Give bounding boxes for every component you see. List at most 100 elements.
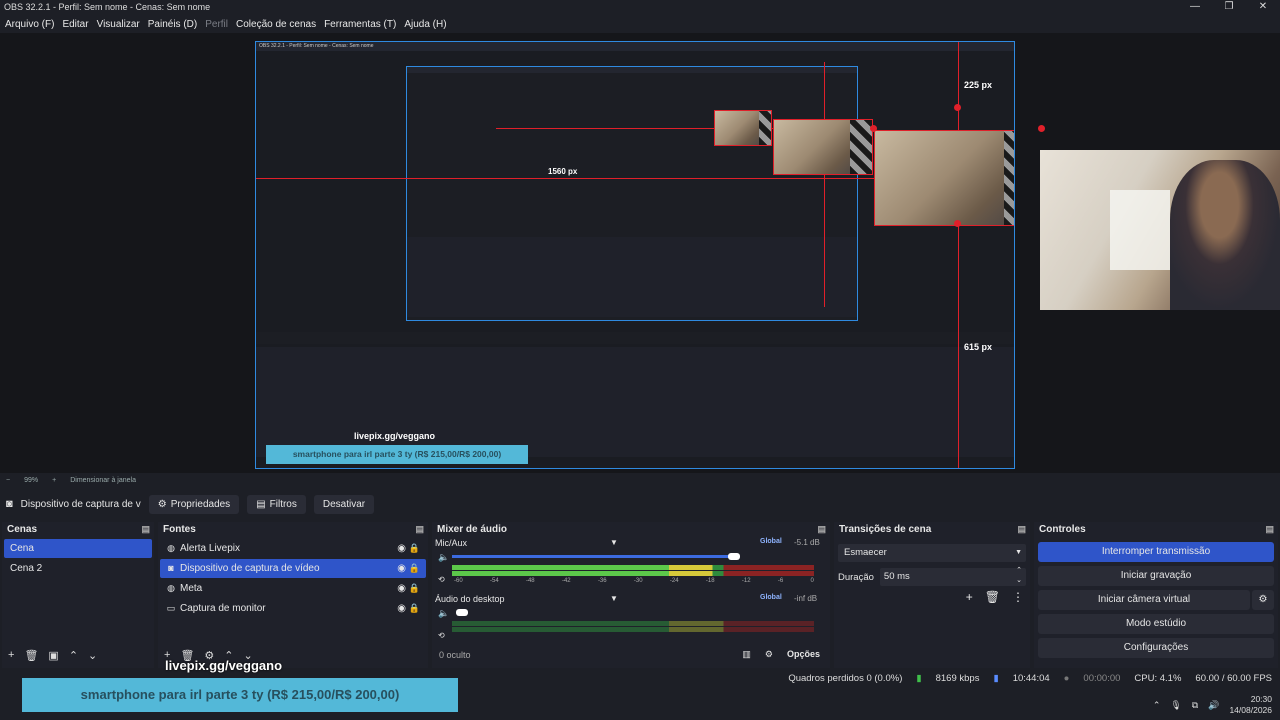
source-item[interactable]: ◙ Dispositivo de captura de vídeo ◉ 🔒 <box>160 559 426 578</box>
eye-icon[interactable]: ◉ <box>397 559 406 578</box>
source-label: Meta <box>180 583 203 594</box>
start-virtual-camera-button[interactable]: Iniciar câmera virtual <box>1038 590 1250 610</box>
resize-handle-left[interactable] <box>870 125 877 132</box>
mute-icon[interactable]: ⟲ <box>438 575 445 584</box>
menu-colecao-cenas[interactable]: Coleção de cenas <box>236 19 316 30</box>
source-item[interactable]: ◍ Meta ◉ 🔒 <box>160 579 426 598</box>
maximize-icon[interactable]: ❐ <box>1212 0 1246 15</box>
source-item[interactable]: ◍ Alerta Livepix ◉ 🔒 <box>160 539 426 558</box>
global-badge: Global <box>760 538 782 545</box>
microphone-icon[interactable]: 🎙 <box>1170 700 1181 711</box>
add-icon[interactable]: + <box>966 590 973 604</box>
scenes-title: Cenas ▤ <box>7 524 150 535</box>
minimize-icon[interactable]: — <box>1178 0 1212 15</box>
menu-ferramentas[interactable]: Ferramentas (T) <box>324 19 396 30</box>
preview-area[interactable]: OBS 32.2.1 - Perfil: Sem nome - Cenas: S… <box>0 33 1280 473</box>
nested-preview <box>406 66 858 321</box>
stepper-icon[interactable]: ⌃ ⌄ <box>1016 566 1022 586</box>
menu-visualizar[interactable]: Visualizar <box>97 19 140 30</box>
scene-item[interactable]: Cena <box>4 539 152 558</box>
eye-icon[interactable]: ◉ <box>397 539 406 558</box>
controls-dock: Controles ▤ Interromper transmissão Inici… <box>1034 522 1278 668</box>
stream-time: 10:44:04 <box>1012 672 1050 684</box>
level-meter <box>452 621 814 626</box>
speaker-icon[interactable]: 🔊 <box>1208 700 1219 711</box>
speaker-icon[interactable]: 🔈 <box>438 552 449 563</box>
camera-source[interactable] <box>1040 150 1280 310</box>
link-icon[interactable]: ⚙ <box>765 649 773 660</box>
source-toolbar: ◙ Dispositivo de captura de v ⚙ Proprieda… <box>0 491 1280 517</box>
eye-icon[interactable]: ◉ <box>397 599 406 618</box>
filters-button[interactable]: ▤ Filtros <box>247 494 306 514</box>
volume-knob[interactable] <box>456 609 468 616</box>
record-icon: ● <box>1063 672 1070 684</box>
chevron-down-icon[interactable]: ▼ <box>610 594 618 603</box>
lock-icon[interactable]: 🔒 <box>409 599 420 618</box>
add-icon[interactable]: + <box>8 649 14 662</box>
volume-slider[interactable] <box>452 555 732 558</box>
trash-icon[interactable]: 🗑 <box>985 590 1000 604</box>
settings-button[interactable]: Configurações <box>1038 638 1274 658</box>
duration-field[interactable]: 50 ms ⌃ ⌄ <box>879 566 1026 586</box>
dock-menu-icon[interactable]: ▤ <box>817 524 826 535</box>
lock-icon[interactable]: 🔒 <box>409 539 420 558</box>
more-icon[interactable]: ⋮ <box>1012 590 1024 604</box>
resize-handle-right[interactable] <box>1038 125 1045 132</box>
transition-select[interactable]: Esmaecer ▼ <box>838 544 1026 562</box>
preview-status: − 99% + Dimensionar à janela <box>0 473 1280 488</box>
deactivate-button[interactable]: Desativar <box>313 494 375 514</box>
dock-menu-icon[interactable]: ▤ <box>415 524 424 535</box>
virtual-camera-settings-icon[interactable]: ⚙ <box>1252 590 1274 610</box>
chevron-up-icon[interactable]: ⌃ <box>1153 700 1161 711</box>
start-recording-button[interactable]: Iniciar gravação <box>1038 566 1274 586</box>
trash-icon[interactable]: 🗑 <box>24 649 38 662</box>
eye-icon[interactable]: ◉ <box>397 579 406 598</box>
volume-knob[interactable] <box>728 553 740 560</box>
controls-title: Controles ▤ <box>1039 524 1274 535</box>
zoom-plus-icon[interactable]: + <box>52 477 56 484</box>
speaker-icon[interactable]: 🔈 <box>438 608 449 619</box>
dock-menu-icon[interactable]: ▤ <box>1017 524 1026 535</box>
resize-handle-top[interactable] <box>954 104 961 111</box>
close-icon[interactable]: ✕ <box>1246 0 1280 15</box>
dock-menu-icon[interactable]: ▤ <box>1265 524 1274 535</box>
nested-title-bar: OBS 32.2.1 - Perfil: Sem nome - Cenas: S… <box>256 42 1014 51</box>
menu-bar: Arquivo (F) Editar Visualizar Painéis (D… <box>0 15 1280 33</box>
donation-goal-bar: smartphone para irl parte 3 ty (R$ 215,0… <box>22 678 458 712</box>
menu-paineis[interactable]: Painéis (D) <box>148 19 197 30</box>
globe-icon: ◍ <box>167 583 175 593</box>
source-item[interactable]: ▭ Captura de monitor ◉ 🔒 <box>160 599 426 618</box>
source-label: Dispositivo de captura de vídeo <box>180 563 320 574</box>
chevron-down-icon[interactable]: ▼ <box>610 538 618 547</box>
resize-handle-bottom[interactable] <box>954 220 961 227</box>
zoom-minus-icon[interactable]: − <box>6 477 10 484</box>
chevron-down-icon[interactable]: ⌄ <box>88 649 97 662</box>
sources-title: Fontes ▤ <box>163 524 424 535</box>
clock[interactable]: 20:30 14/08/2026 <box>1229 694 1272 716</box>
filter-icon[interactable]: ▣ <box>48 649 58 662</box>
transitions-toolbar: + 🗑 ⋮ <box>966 590 1024 604</box>
mixer-track-desktop: Áudio do desktop ▼ Global -inf dB 🔈 ⟲ <box>432 594 830 650</box>
lock-icon[interactable]: 🔒 <box>409 559 420 578</box>
system-tray: ⌃ 🎙 ⧉ 🔊 20:30 14/08/2026 <box>1153 690 1272 720</box>
lock-icon[interactable]: 🔒 <box>409 579 420 598</box>
preview-canvas[interactable]: OBS 32.2.1 - Perfil: Sem nome - Cenas: S… <box>255 41 1015 469</box>
track-db: -inf dB <box>794 594 818 603</box>
menu-arquivo[interactable]: Arquivo (F) <box>5 19 54 30</box>
chevron-up-icon[interactable]: ⌃ <box>69 649 78 662</box>
dock-menu-icon[interactable]: ▤ <box>141 524 150 535</box>
network-icon[interactable]: ⧉ <box>1192 700 1198 711</box>
scale-mode[interactable]: Dimensionar à janela <box>70 477 136 484</box>
studio-mode-button[interactable]: Modo estúdio <box>1038 614 1274 634</box>
layout-icon[interactable]: ▥ <box>742 649 751 660</box>
menu-editar[interactable]: Editar <box>62 19 88 30</box>
scenes-dock: Cenas ▤ Cena Cena 2 + 🗑 ▣ ⌃ ⌄ <box>2 522 154 668</box>
properties-button[interactable]: ⚙ Propriedades <box>148 494 240 514</box>
scene-item[interactable]: Cena 2 <box>4 559 152 578</box>
nested-donation-bar: smartphone para irl parte 3 ty (R$ 215,0… <box>266 445 528 464</box>
stop-stream-button[interactable]: Interromper transmissão <box>1038 542 1274 562</box>
guide-label-inner: 1560 px <box>548 167 578 176</box>
mute-icon[interactable]: ⟲ <box>438 631 445 640</box>
options-button[interactable]: Opções <box>787 649 820 660</box>
menu-ajuda[interactable]: Ajuda (H) <box>404 19 446 30</box>
